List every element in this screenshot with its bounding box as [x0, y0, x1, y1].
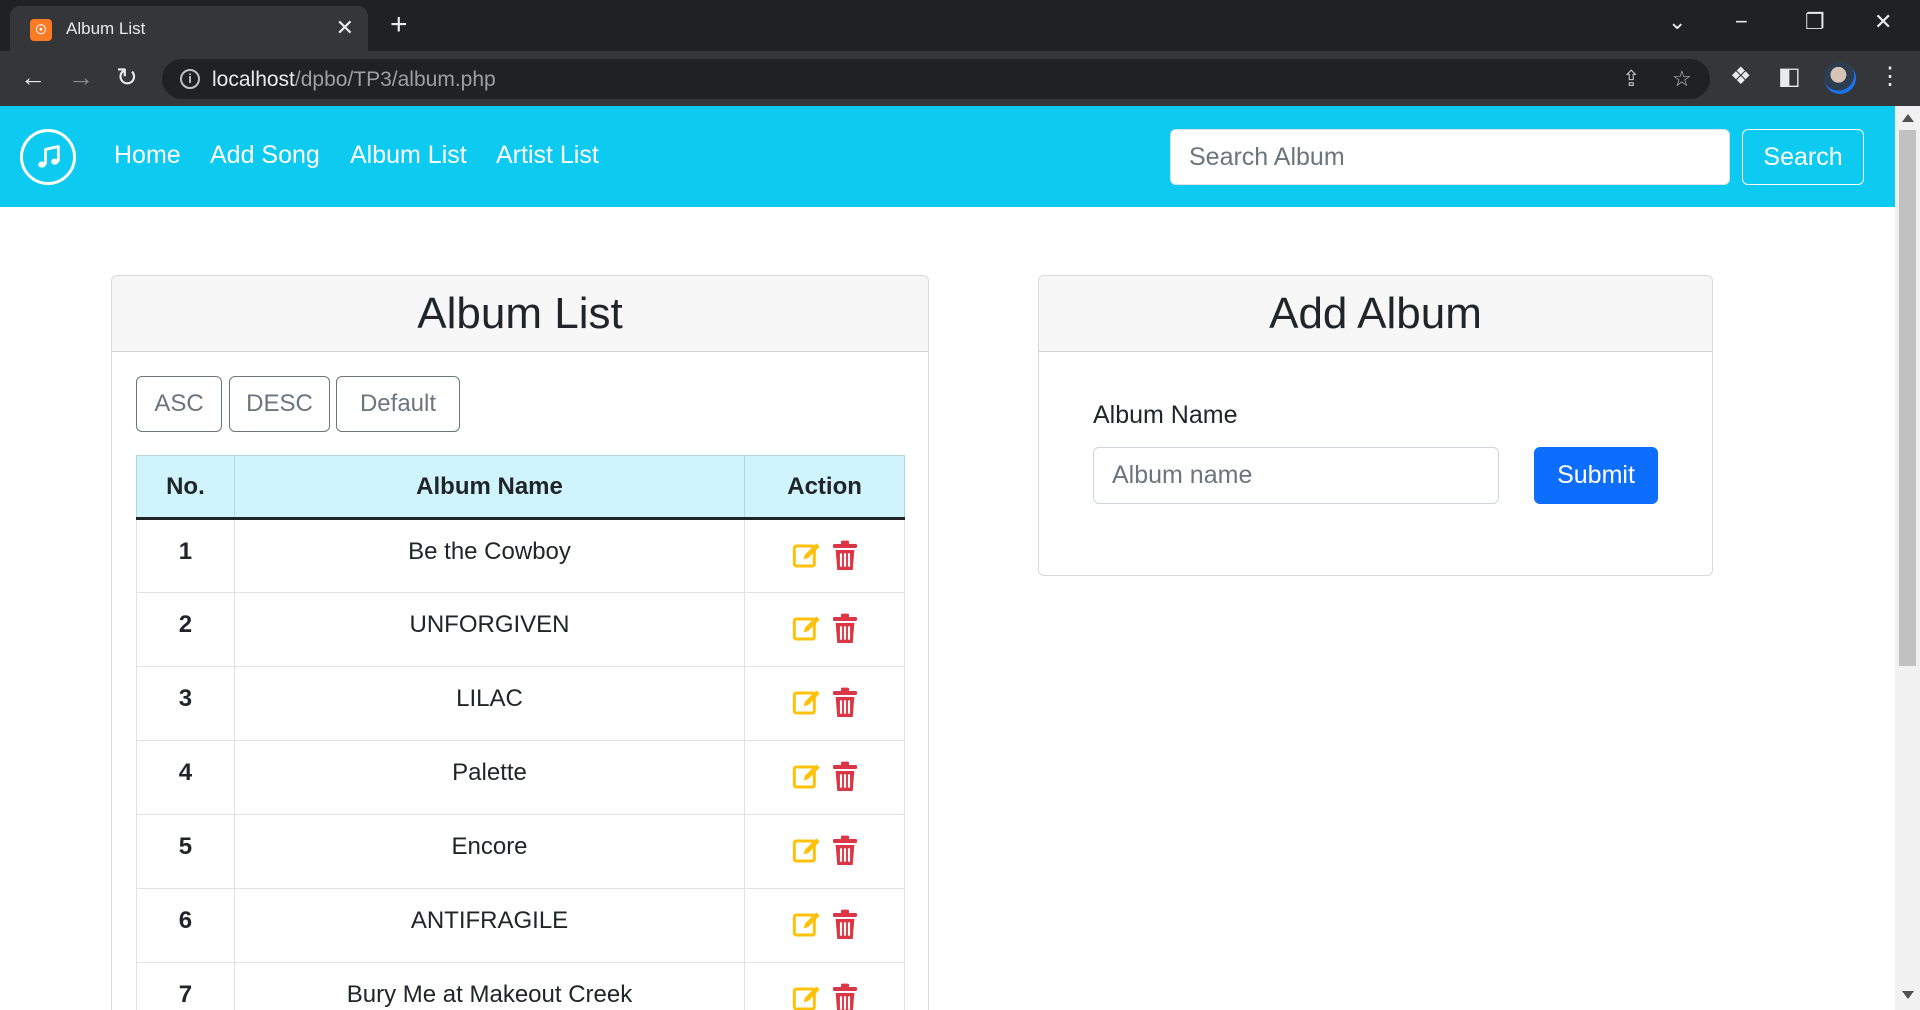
action-cell — [744, 518, 905, 593]
edit-icon[interactable] — [791, 540, 823, 579]
sort-desc-button[interactable]: DESC — [229, 376, 330, 432]
column-header-action: Action — [744, 455, 905, 520]
action-cell — [744, 592, 905, 667]
tab-title: Album List — [66, 19, 146, 38]
edit-icon[interactable] — [791, 909, 823, 948]
row-number: 1 — [136, 518, 235, 593]
table-row: 6 ANTIFRAGILE — [136, 888, 905, 963]
xampp-favicon-icon: ☉ — [30, 19, 52, 41]
action-cell — [744, 888, 905, 963]
table-row: 2 UNFORGIVEN — [136, 592, 905, 667]
tab-search-icon[interactable]: ⌄ — [1668, 8, 1686, 36]
music-note-logo-icon[interactable] — [20, 129, 76, 185]
album-table: No. Album Name Action 1 Be the Cowboy 2 UNF… — [136, 455, 905, 1010]
album-name-cell: Bury Me at Makeout Creek — [233, 962, 746, 1010]
submit-button[interactable]: Submit — [1534, 447, 1658, 504]
back-icon[interactable]: ← — [20, 62, 46, 92]
bookmark-star-icon[interactable]: ☆ — [1672, 66, 1692, 92]
site-info-icon[interactable]: i — [180, 69, 200, 89]
close-tab-icon[interactable]: ✕ — [336, 16, 354, 40]
album-name-cell: Encore — [233, 814, 746, 889]
menu-kebab-icon[interactable]: ⋮ — [1878, 63, 1902, 91]
album-name-cell: UNFORGIVEN — [233, 592, 746, 667]
row-number: 4 — [136, 740, 235, 815]
action-cell — [744, 814, 905, 889]
album-list-card: Album List ASC DESC Default No. Album Na… — [111, 275, 929, 1010]
minimize-icon[interactable]: − — [1735, 8, 1748, 36]
scroll-thumb[interactable] — [1899, 130, 1916, 666]
share-icon[interactable]: ⇪ — [1622, 66, 1640, 92]
action-cell — [744, 962, 905, 1010]
table-row: 1 Be the Cowboy — [136, 518, 905, 593]
column-header-album-name: Album Name — [233, 455, 746, 520]
nav-link-album-list[interactable]: Album List — [350, 141, 467, 170]
album-name-cell: Palette — [233, 740, 746, 815]
extensions-puzzle-icon[interactable]: ❖ — [1730, 63, 1752, 91]
delete-trash-icon[interactable] — [831, 687, 859, 726]
action-cell — [744, 666, 905, 741]
sort-default-button[interactable]: Default — [336, 376, 460, 432]
action-cell — [744, 740, 905, 815]
table-row: 3 LILAC — [136, 666, 905, 741]
scroll-down-arrow-icon[interactable] — [1902, 991, 1914, 999]
edit-icon[interactable] — [791, 687, 823, 726]
row-number: 3 — [136, 666, 235, 741]
row-number: 7 — [136, 962, 235, 1010]
browser-tab[interactable]: ☉ Album List ✕ — [10, 6, 368, 51]
delete-trash-icon[interactable] — [831, 983, 859, 1010]
album-name-input[interactable] — [1093, 447, 1499, 504]
forward-icon[interactable]: → — [68, 62, 94, 92]
album-name-label: Album Name — [1093, 401, 1238, 429]
new-tab-icon[interactable]: + — [390, 10, 408, 40]
delete-trash-icon[interactable] — [831, 909, 859, 948]
delete-trash-icon[interactable] — [831, 613, 859, 652]
table-row: 5 Encore — [136, 814, 905, 889]
edit-icon[interactable] — [791, 613, 823, 652]
side-panel-icon[interactable]: ◧ — [1778, 63, 1801, 91]
add-album-title: Add Album — [1039, 276, 1712, 352]
nav-link-artist-list[interactable]: Artist List — [496, 141, 599, 170]
search-album-input[interactable] — [1170, 129, 1730, 185]
nav-link-add-song[interactable]: Add Song — [210, 141, 320, 170]
profile-avatar[interactable] — [1824, 62, 1856, 94]
delete-trash-icon[interactable] — [831, 761, 859, 800]
add-album-card: Add Album Album Name Submit — [1038, 275, 1713, 576]
restore-icon[interactable]: ❐ — [1805, 8, 1825, 36]
delete-trash-icon[interactable] — [831, 835, 859, 874]
column-header-no: No. — [136, 455, 235, 520]
table-row: 4 Palette — [136, 740, 905, 815]
edit-icon[interactable] — [791, 761, 823, 800]
row-number: 2 — [136, 592, 235, 667]
edit-icon[interactable] — [791, 983, 823, 1010]
album-name-cell: Be the Cowboy — [233, 518, 746, 593]
row-number: 6 — [136, 888, 235, 963]
album-list-title: Album List — [112, 276, 928, 352]
scroll-up-arrow-icon[interactable] — [1902, 114, 1914, 122]
row-number: 5 — [136, 814, 235, 889]
url-text: localhost/dpbo/TP3/album.php — [212, 68, 496, 91]
album-name-cell: ANTIFRAGILE — [233, 888, 746, 963]
browser-toolbar: ← → ↻ i localhost/dpbo/TP3/album.php ⇪ ☆… — [0, 51, 1920, 106]
address-bar[interactable]: i localhost/dpbo/TP3/album.php ⇪ ☆ — [162, 59, 1710, 99]
page-scrollbar[interactable] — [1895, 106, 1920, 1010]
search-button[interactable]: Search — [1742, 129, 1864, 185]
table-row: 7 Bury Me at Makeout Creek — [136, 962, 905, 1010]
browser-tab-strip: ☉ Album List ✕ + ⌄ − ❐ ✕ — [0, 0, 1920, 51]
reload-icon[interactable]: ↻ — [116, 62, 138, 92]
edit-icon[interactable] — [791, 835, 823, 874]
album-name-cell: LILAC — [233, 666, 746, 741]
delete-trash-icon[interactable] — [831, 540, 859, 579]
site-navbar: Home Add Song Album List Artist List Sea… — [0, 106, 1895, 207]
sort-asc-button[interactable]: ASC — [136, 376, 222, 432]
nav-link-home[interactable]: Home — [114, 141, 181, 170]
close-window-icon[interactable]: ✕ — [1874, 8, 1892, 36]
